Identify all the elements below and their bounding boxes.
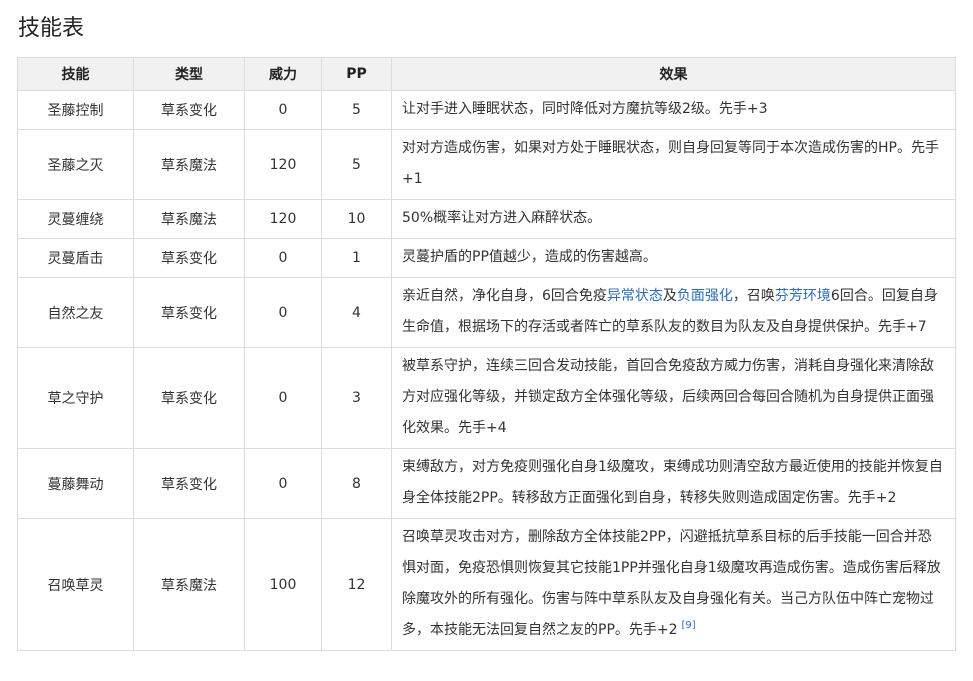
- skill-power: 0: [244, 347, 322, 449]
- skill-pp: 3: [321, 347, 392, 449]
- table-row: 蔓藤舞动 草系变化 0 8 束缚敌方，对方免疫则强化自身1级魔攻，束缚成功则清空…: [17, 448, 956, 519]
- skill-effect: 亲近自然，净化自身，6回合免疫异常状态及负面强化，召唤芬芳环境6回合。回复自身生…: [391, 277, 956, 348]
- skill-name: 召唤草灵: [17, 518, 134, 651]
- effect-text: 亲近自然，净化自身，6回合免疫: [402, 288, 607, 304]
- skill-effect: 被草系守护，连续三回合发动技能，首回合免疫敌方威力伤害，消耗自身强化来清除敌方对…: [391, 347, 956, 449]
- reference-link[interactable]: [9]: [682, 620, 696, 631]
- skill-name: 灵蔓盾击: [17, 238, 134, 278]
- skill-effect: 灵蔓护盾的PP值越少，造成的伤害越高。: [391, 238, 956, 278]
- skill-type: 草系魔法: [133, 129, 245, 200]
- page-title: 技能表: [18, 16, 85, 41]
- skill-table: 技能 类型 威力 PP 效果 圣藤控制 草系变化 0 5 让对手进入睡眠状态，同…: [17, 57, 956, 651]
- skill-type: 草系变化: [133, 277, 245, 348]
- skill-type: 草系变化: [133, 347, 245, 449]
- skill-name: 蔓藤舞动: [17, 448, 134, 519]
- skill-effect: 对对方造成伤害，如果对方处于睡眠状态，则自身回复等同于本次造成伤害的HP。先手+…: [391, 129, 956, 200]
- skill-name: 圣藤之灭: [17, 129, 134, 200]
- table-row: 灵蔓缠绕 草系魔法 120 10 50%概率让对方进入麻醉状态。: [17, 199, 956, 239]
- skill-name: 圣藤控制: [17, 90, 134, 130]
- skill-pp: 1: [321, 238, 392, 278]
- skill-name: 灵蔓缠绕: [17, 199, 134, 239]
- skill-type: 草系魔法: [133, 199, 245, 239]
- skill-pp: 4: [321, 277, 392, 348]
- skill-pp: 8: [321, 448, 392, 519]
- skill-power: 0: [244, 448, 322, 519]
- skill-effect: 50%概率让对方进入麻醉状态。: [391, 199, 956, 239]
- table-row: 圣藤之灭 草系魔法 120 5 对对方造成伤害，如果对方处于睡眠状态，则自身回复…: [17, 129, 956, 200]
- effect-text: 及: [662, 288, 677, 304]
- link-negative-buff[interactable]: 负面强化: [677, 288, 733, 304]
- skill-type: 草系魔法: [133, 518, 245, 651]
- skill-effect: 召唤草灵攻击对方，删除敌方全体技能2PP，闪避抵抗草系目标的后手技能一回合并恐惧…: [391, 518, 956, 651]
- skill-power: 0: [244, 238, 322, 278]
- skill-type: 草系变化: [133, 90, 245, 130]
- effect-text: ，召唤: [732, 288, 775, 304]
- skill-effect: 束缚敌方，对方免疫则强化自身1级魔攻，束缚成功则清空敌方最近使用的技能并恢复自身…: [391, 448, 956, 519]
- header-effect: 效果: [391, 57, 956, 91]
- skill-name: 草之守护: [17, 347, 134, 449]
- link-abnormal-status[interactable]: 异常状态: [607, 288, 663, 304]
- table-header-row: 技能 类型 威力 PP 效果: [17, 57, 956, 91]
- header-skill: 技能: [17, 57, 134, 91]
- table-row: 草之守护 草系变化 0 3 被草系守护，连续三回合发动技能，首回合免疫敌方威力伤…: [17, 347, 956, 449]
- effect-text: 召唤草灵攻击对方，删除敌方全体技能2PP，闪避抵抗草系目标的后手技能一回合并恐惧…: [402, 529, 941, 638]
- skill-name: 自然之友: [17, 277, 134, 348]
- skill-type: 草系变化: [133, 238, 245, 278]
- header-power: 威力: [244, 57, 322, 91]
- skill-type: 草系变化: [133, 448, 245, 519]
- skill-pp: 12: [321, 518, 392, 651]
- skill-effect: 让对手进入睡眠状态，同时降低对方魔抗等级2级。先手+3: [391, 90, 956, 130]
- table-row: 召唤草灵 草系魔法 100 12 召唤草灵攻击对方，删除敌方全体技能2PP，闪避…: [17, 518, 956, 651]
- skill-power: 100: [244, 518, 322, 651]
- skill-pp: 10: [321, 199, 392, 239]
- skill-pp: 5: [321, 90, 392, 130]
- skill-power: 0: [244, 90, 322, 130]
- skill-pp: 5: [321, 129, 392, 200]
- skill-power: 0: [244, 277, 322, 348]
- table-row: 圣藤控制 草系变化 0 5 让对手进入睡眠状态，同时降低对方魔抗等级2级。先手+…: [17, 90, 956, 130]
- table-row: 灵蔓盾击 草系变化 0 1 灵蔓护盾的PP值越少，造成的伤害越高。: [17, 238, 956, 278]
- link-fragrant-environment[interactable]: 芬芳环境: [775, 288, 831, 304]
- header-type: 类型: [133, 57, 245, 91]
- skill-power: 120: [244, 129, 322, 200]
- header-pp: PP: [321, 57, 392, 91]
- table-row: 自然之友 草系变化 0 4 亲近自然，净化自身，6回合免疫异常状态及负面强化，召…: [17, 277, 956, 348]
- skill-power: 120: [244, 199, 322, 239]
